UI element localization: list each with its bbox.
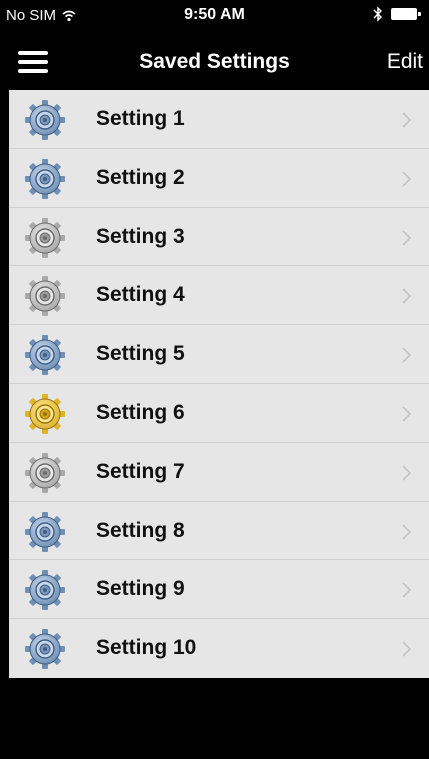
gear-icon — [23, 627, 67, 671]
battery-icon — [391, 8, 421, 20]
navigation-bar: Saved Settings Edit — [0, 32, 429, 90]
gear-icon — [23, 157, 67, 201]
status-bar: No SIM 9:50 AM — [0, 0, 429, 32]
edit-button[interactable]: Edit — [387, 50, 423, 74]
setting-label: Setting 2 — [96, 165, 185, 189]
gear-icon — [23, 510, 67, 554]
chevron-right-icon — [402, 582, 412, 598]
bluetooth-icon — [373, 6, 383, 22]
page-title: Saved Settings — [139, 50, 290, 73]
settings-list: Setting 1 Setting 2 Setting 3 Setting 4 … — [9, 90, 429, 678]
setting-label: Setting 4 — [96, 283, 185, 307]
status-time: 9:50 AM — [184, 6, 245, 23]
chevron-right-icon — [402, 288, 412, 304]
gear-icon — [23, 568, 67, 612]
gear-icon — [23, 274, 67, 318]
setting-label: Setting 1 — [96, 107, 185, 130]
bottom-area — [0, 678, 429, 759]
list-item[interactable]: Setting 4 — [9, 266, 429, 326]
setting-label: Setting 8 — [96, 518, 185, 542]
list-item[interactable]: Setting 10 — [9, 619, 429, 678]
list-item[interactable]: Setting 2 — [9, 149, 429, 208]
setting-label: Setting 6 — [96, 400, 185, 424]
chevron-right-icon — [402, 230, 412, 246]
chevron-right-icon — [402, 347, 412, 363]
setting-label: Setting 10 — [96, 636, 197, 660]
chevron-right-icon — [402, 465, 412, 481]
list-item[interactable]: Setting 5 — [9, 325, 429, 384]
gear-icon — [23, 98, 67, 142]
list-item[interactable]: Setting 6 — [9, 384, 429, 443]
app-screen: No SIM 9:50 AM Saved Settings Edit Setti… — [0, 0, 429, 759]
gear-icon — [23, 451, 67, 495]
setting-label: Setting 7 — [96, 459, 185, 483]
gear-icon — [23, 216, 67, 260]
list-item[interactable]: Setting 1 — [9, 90, 429, 149]
list-item[interactable]: Setting 7 — [9, 443, 429, 502]
chevron-right-icon — [402, 171, 412, 187]
list-item[interactable]: Setting 9 — [9, 560, 429, 620]
status-right — [373, 6, 421, 22]
gear-icon — [23, 333, 67, 377]
setting-label: Setting 5 — [96, 342, 185, 366]
gear-icon — [23, 392, 67, 436]
setting-label: Setting 3 — [96, 224, 185, 248]
setting-label: Setting 9 — [96, 577, 185, 601]
chevron-right-icon — [402, 524, 412, 540]
list-item[interactable]: Setting 3 — [9, 208, 429, 267]
hamburger-menu-icon[interactable] — [18, 51, 48, 73]
chevron-right-icon — [402, 641, 412, 657]
chevron-right-icon — [402, 112, 412, 128]
chevron-right-icon — [402, 406, 412, 422]
list-item[interactable]: Setting 8 — [9, 502, 429, 561]
